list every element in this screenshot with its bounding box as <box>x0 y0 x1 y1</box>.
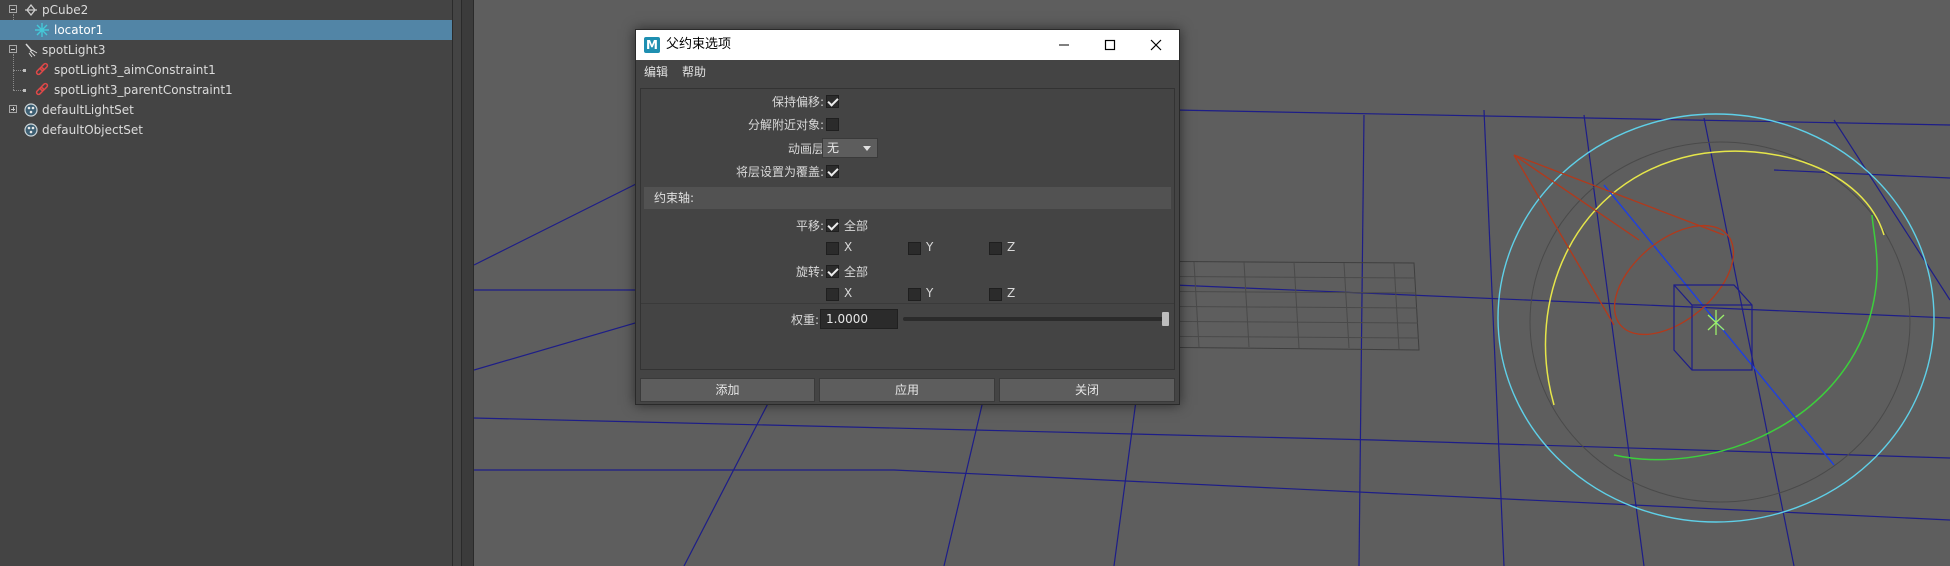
outliner-item-label: spotLight3_parentConstraint1 <box>54 83 233 97</box>
collapse-icon[interactable] <box>9 5 17 13</box>
close-button[interactable]: 关闭 <box>999 378 1175 402</box>
decompose-nearest-checkbox[interactable] <box>826 118 839 131</box>
weight-slider-handle[interactable] <box>1162 312 1169 326</box>
dialog-title: 父约束选项 <box>666 37 732 52</box>
tree-dot <box>23 89 26 92</box>
anim-layer-value: 无 <box>827 141 840 155</box>
outliner-item-label: defaultLightSet <box>42 103 134 117</box>
maya-app-icon: M <box>644 37 660 53</box>
expand-icon[interactable] <box>9 105 17 113</box>
translate-all-label: 全部 <box>844 219 869 233</box>
yellow-arc <box>1544 150 1885 406</box>
maintain-offset-label: 保持偏移: <box>771 95 824 109</box>
rotate-y-label: Y <box>926 286 934 300</box>
set-layer-override-label: 将层设置为覆盖: <box>735 165 824 179</box>
rotate-x-checkbox[interactable] <box>826 288 839 301</box>
weight-slider-track[interactable] <box>903 317 1167 321</box>
constraint-axes-section-header[interactable]: 约束轴: <box>644 187 1171 209</box>
rotate-all-checkbox[interactable] <box>826 265 839 278</box>
outliner-item-spotlight3[interactable]: spotLight3 <box>0 40 452 60</box>
spotlight-icon <box>25 43 38 58</box>
maintain-offset-checkbox[interactable] <box>826 95 839 108</box>
rotate-x-label: X <box>844 286 853 300</box>
collapse-icon[interactable] <box>9 45 17 53</box>
green-arc <box>1613 214 1878 461</box>
close-window-button[interactable] <box>1133 30 1179 60</box>
panel-gap <box>453 0 461 566</box>
separator <box>641 303 1174 304</box>
set-layer-override-checkbox[interactable] <box>826 165 839 178</box>
anim-layer-dropdown[interactable]: 无 <box>822 138 878 158</box>
dialog-options-area: 保持偏移: 分解附近对象: 动画层 无 将层设置为覆盖: 约束轴: 平移: 全部… <box>640 88 1175 370</box>
translate-z-label: Z <box>1007 240 1016 254</box>
menu-help[interactable]: 帮助 <box>682 60 706 84</box>
decompose-nearest-label: 分解附近对象: <box>747 118 824 132</box>
outliner-item-pcube2[interactable]: pCube2 <box>0 0 452 20</box>
outliner-item-label: pCube2 <box>42 3 89 17</box>
outliner-item-label: spotLight3 <box>42 43 106 57</box>
maximize-button[interactable] <box>1087 30 1133 60</box>
apply-button[interactable]: 应用 <box>819 378 995 402</box>
outliner-panel: pCube2 locator1 spotLight3 spotLight3_ai… <box>0 0 453 566</box>
minimize-button[interactable] <box>1041 30 1087 60</box>
constraint-icon <box>35 82 49 96</box>
translate-z-checkbox[interactable] <box>989 242 1002 255</box>
translate-all-checkbox[interactable] <box>826 219 839 232</box>
locator-icon <box>35 23 49 37</box>
rotate-z-checkbox[interactable] <box>989 288 1002 301</box>
transform-icon <box>25 3 37 17</box>
weight-input[interactable]: 1.0000 <box>820 309 898 329</box>
outliner-item-label: spotLight3_aimConstraint1 <box>54 63 216 77</box>
panel-splitter[interactable] <box>461 0 474 566</box>
tree-dot <box>23 69 26 72</box>
outliner-item-defaultlightset[interactable]: defaultLightSet <box>0 100 452 120</box>
constraint-icon <box>35 62 49 76</box>
rotate-all-label: 全部 <box>844 265 869 279</box>
minimize-icon <box>1059 44 1069 46</box>
translate-y-label: Y <box>926 240 934 254</box>
dialog-menubar: 编辑 帮助 <box>636 60 1179 84</box>
parent-constraint-options-dialog: M 父约束选项 编辑 帮助 保持偏移: 分解附近对象: 动画层 无 将层设置为覆… <box>635 29 1180 405</box>
translate-x-checkbox[interactable] <box>826 242 839 255</box>
rotate-label: 旋转: <box>795 265 824 279</box>
rotate-y-checkbox[interactable] <box>908 288 921 301</box>
translate-label: 平移: <box>795 219 824 233</box>
set-icon <box>24 123 38 137</box>
close-icon <box>1150 39 1162 51</box>
outliner-item-parent-constraint[interactable]: spotLight3_parentConstraint1 <box>0 80 452 100</box>
outliner-item-label: defaultObjectSet <box>42 123 144 137</box>
outliner-item-aim-constraint[interactable]: spotLight3_aimConstraint1 <box>0 60 452 80</box>
maximize-icon <box>1104 39 1116 51</box>
translate-x-label: X <box>844 240 853 254</box>
outliner-item-defaultobjectset[interactable]: defaultObjectSet <box>0 120 452 140</box>
outliner-item-locator1[interactable]: locator1 <box>0 20 452 40</box>
translate-y-checkbox[interactable] <box>908 242 921 255</box>
anim-layer-label: 动画层 <box>787 142 824 156</box>
dialog-titlebar[interactable]: M 父约束选项 <box>636 30 1179 60</box>
constraint-axes-label: 约束轴: <box>654 191 695 205</box>
outliner-item-label: locator1 <box>54 23 104 37</box>
chevron-down-icon <box>863 146 871 151</box>
add-button[interactable]: 添加 <box>640 378 815 402</box>
rotate-z-label: Z <box>1007 286 1016 300</box>
menu-edit[interactable]: 编辑 <box>644 60 668 84</box>
set-icon <box>24 103 38 117</box>
weight-label: 权重: <box>790 313 819 327</box>
